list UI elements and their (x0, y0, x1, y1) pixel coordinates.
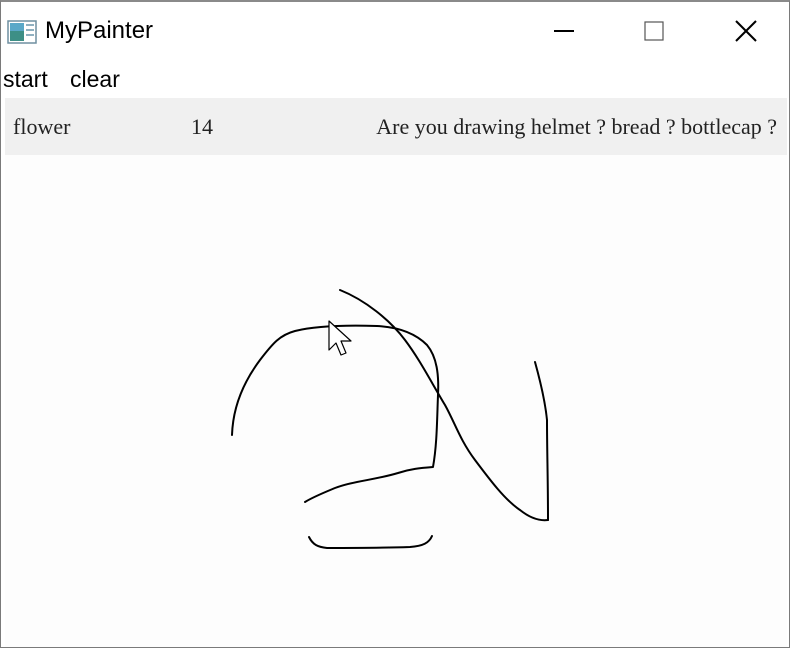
menu-start[interactable]: start (3, 66, 48, 93)
menu-bar: start clear (1, 62, 789, 98)
maximize-icon (643, 20, 665, 47)
window-title: MyPainter (45, 17, 154, 44)
maximize-button[interactable] (609, 4, 699, 62)
app-window: MyPainter start clear flower 14 Are you … (0, 0, 790, 648)
close-button[interactable] (701, 4, 790, 62)
stroke-diagonal (339, 289, 549, 522)
menu-clear[interactable]: clear (70, 66, 120, 93)
stroke-bottom (308, 535, 433, 549)
close-icon (734, 19, 758, 48)
minimize-icon (553, 20, 575, 47)
title-bar[interactable]: MyPainter (1, 2, 789, 62)
target-word: flower (13, 114, 71, 139)
countdown: 14 (191, 114, 213, 139)
ai-guess-text: Are you drawing helmet ? bread ? bottlec… (376, 114, 777, 139)
info-bar: flower 14 Are you drawing helmet ? bread… (5, 98, 787, 155)
stroke-vertical (534, 361, 549, 521)
drawing-strokes (231, 289, 549, 549)
minimize-button[interactable] (519, 4, 609, 62)
app-window-icon (7, 20, 37, 44)
drawing-canvas[interactable] (5, 155, 787, 647)
